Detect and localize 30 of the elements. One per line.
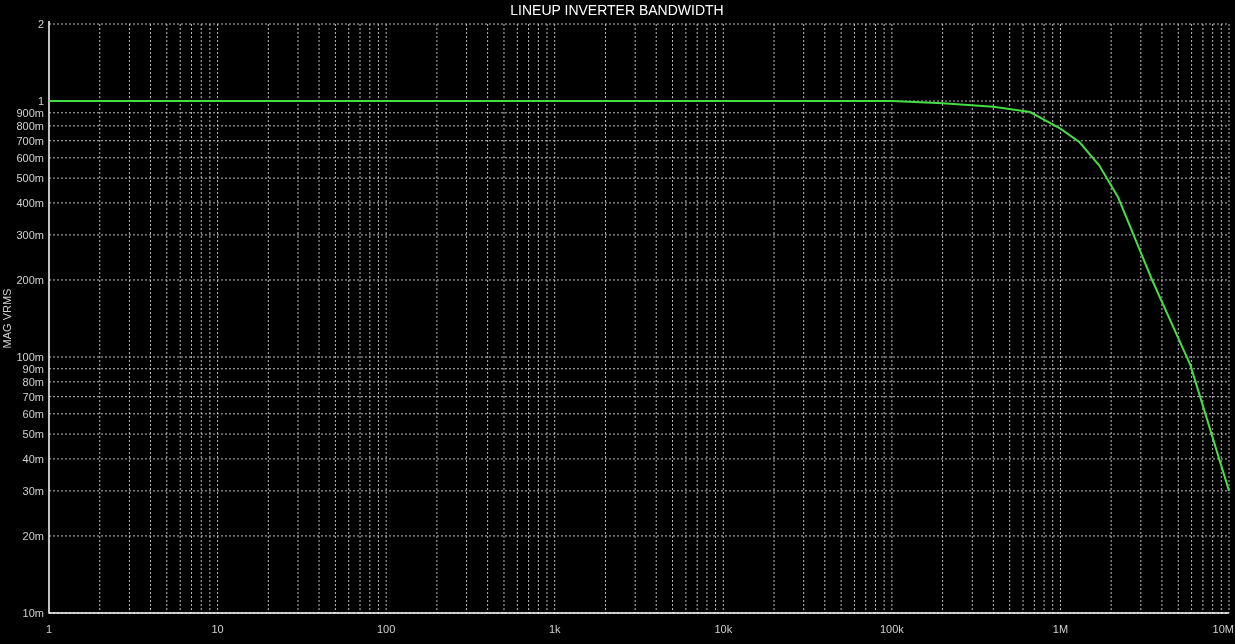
tick-label: 1k <box>548 623 561 635</box>
tick-label: 10k <box>714 623 733 635</box>
tick-label: 50m <box>22 428 44 441</box>
tick-label: 20m <box>22 529 44 542</box>
tick-label: 40m <box>22 452 44 465</box>
tick-label: 2 <box>37 18 44 30</box>
tick-label: 600m <box>16 151 44 164</box>
tick-label: 900m <box>16 106 44 119</box>
tick-label: 1M <box>1052 623 1069 635</box>
tick-label: 1 <box>45 623 53 635</box>
tick-label: 10 <box>211 623 224 635</box>
tick-label: 100k <box>879 623 904 635</box>
tick-label: 80m <box>22 375 44 388</box>
tick-label: 400m <box>16 196 44 209</box>
tick-label: 30m <box>22 484 44 497</box>
axis-title: MAG VRMS <box>1 288 13 349</box>
tick-label: 800m <box>16 119 44 132</box>
tick-label: 100 <box>376 623 396 635</box>
tick-label: 100m <box>16 351 44 364</box>
chart-title: LINEUP INVERTER BANDWIDTH <box>510 2 724 18</box>
tick-label: 90m <box>22 362 44 375</box>
tick-label: 60m <box>22 407 44 420</box>
tick-label: 200m <box>16 273 44 286</box>
tick-label: 10m <box>22 607 44 619</box>
tick-label: 70m <box>22 390 44 403</box>
tick-label: 300m <box>16 228 44 241</box>
tick-label: 1 <box>37 95 44 108</box>
tick-label: 500m <box>16 172 44 185</box>
tick-label: 700m <box>16 134 44 147</box>
tick-label: 10M <box>1212 623 1234 635</box>
